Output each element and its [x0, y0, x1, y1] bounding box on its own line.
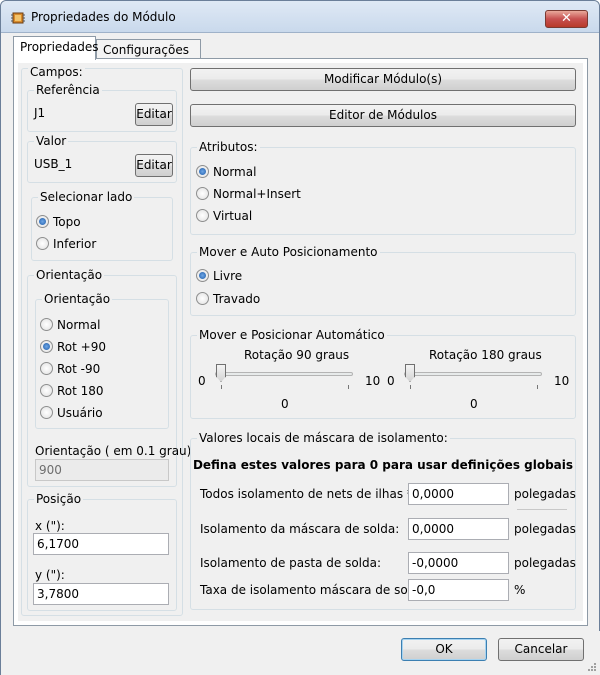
isolamento-mascara-input[interactable]: 0,0000	[408, 518, 509, 540]
rot90-max-label: 10	[365, 374, 381, 388]
isolamento-pasta-input[interactable]: -0,0000	[408, 552, 509, 574]
rot90-min-label: 0	[198, 374, 206, 388]
orientacao-rot-plus90-radio[interactable]: Rot +90	[40, 340, 106, 356]
lado-topo-radio[interactable]: Topo	[36, 215, 81, 231]
editar-valor-button[interactable]: Editar	[135, 154, 173, 177]
mascara-note: Defina estes valores para 0 para usar de…	[192, 458, 574, 472]
unit-separator	[517, 509, 567, 510]
taxa-isolamento-unit: %	[514, 583, 526, 597]
ok-button[interactable]: OK	[401, 638, 487, 661]
atributos-normal-insert-radio[interactable]: Normal+Insert	[196, 187, 301, 203]
radio-icon	[40, 318, 53, 331]
mover-auto-label: Mover e Auto Posicionamento	[197, 245, 380, 259]
mascara-label: Valores locais de máscara de isolamento:	[197, 431, 450, 445]
x-label: x ("):	[35, 519, 65, 533]
close-button[interactable]: ✕	[545, 10, 588, 28]
y-label: y ("):	[35, 568, 65, 582]
radio-label: Inferior	[53, 237, 97, 251]
radio-label: Rot 180	[57, 384, 104, 398]
isolamento-mascara-unit: polegadas	[514, 522, 576, 536]
rot180-slider-track[interactable]	[404, 372, 542, 376]
radio-label: Topo	[53, 215, 81, 229]
editar-referencia-button[interactable]: Editar	[135, 103, 173, 126]
rot180-min-label: 0	[387, 374, 395, 388]
radio-label: Livre	[213, 269, 243, 283]
isolamento-nets-unit: polegadas	[514, 487, 576, 501]
orientacao-custom-input[interactable]: 900	[35, 459, 169, 481]
selecionar-lado-label: Selecionar lado	[38, 190, 135, 204]
isolamento-nets-input[interactable]: 0,0000	[408, 483, 509, 505]
orientacao-outer-label: Orientação	[34, 268, 105, 282]
radio-icon	[40, 406, 53, 419]
radio-label: Travado	[213, 292, 261, 306]
radio-label: Normal+Insert	[213, 187, 301, 201]
rot180-tick-end	[537, 385, 538, 389]
rot180-value: 0	[470, 397, 478, 411]
cancelar-button[interactable]: Cancelar	[498, 638, 584, 661]
taxa-isolamento-label: Taxa de isolamento máscara de solda:	[200, 583, 431, 597]
radio-checked-icon	[196, 269, 209, 282]
radio-checked-icon	[196, 165, 209, 178]
radio-icon	[196, 187, 209, 200]
radio-icon	[196, 209, 209, 222]
dialog-window: Propriedades do Módulo ✕ Propriedades Co…	[0, 0, 600, 675]
y-position-input[interactable]: 3,7800	[33, 583, 169, 605]
x-position-input[interactable]: 6,1700	[33, 533, 169, 555]
rot90-value: 0	[281, 397, 289, 411]
radio-icon	[40, 362, 53, 375]
valor-label: Valor	[34, 134, 69, 148]
orientacao-rot-minus90-radio[interactable]: Rot -90	[40, 362, 100, 378]
tab-propriedades[interactable]: Propriedades	[13, 36, 99, 60]
rot90-tick-start	[221, 385, 222, 389]
radio-checked-icon	[40, 340, 53, 353]
rot180-tick-start	[410, 385, 411, 389]
radio-label: Rot +90	[57, 340, 106, 354]
atributos-virtual-radio[interactable]: Virtual	[196, 209, 252, 225]
resize-grip-icon[interactable]	[587, 662, 597, 672]
orientacao-usuario-radio[interactable]: Usuário	[40, 406, 103, 422]
mover-posicionar-label: Mover e Posicionar Automático	[197, 328, 387, 342]
rot90-label: Rotação 90 graus	[244, 348, 350, 362]
modificar-modulo-button[interactable]: Modificar Módulo(s)	[190, 68, 576, 91]
radio-icon	[196, 292, 209, 305]
window-title: Propriedades do Módulo	[31, 10, 176, 24]
valor-value: USB_1	[31, 154, 131, 176]
campos-label: Campos:	[28, 65, 85, 79]
radio-icon	[36, 237, 49, 250]
isolamento-pasta-unit: polegadas	[514, 556, 576, 570]
orientacao-rot180-radio[interactable]: Rot 180	[40, 384, 104, 400]
referencia-label: Referência	[34, 83, 102, 97]
close-icon: ✕	[561, 11, 572, 26]
referencia-value: J1	[31, 103, 131, 125]
radio-label: Normal	[213, 165, 257, 179]
lado-inferior-radio[interactable]: Inferior	[36, 237, 96, 253]
title-bar[interactable]: Propriedades do Módulo ✕	[1, 1, 599, 33]
mover-travado-radio[interactable]: Travado	[196, 292, 260, 308]
radio-label: Virtual	[213, 209, 253, 223]
radio-checked-icon	[36, 215, 49, 228]
rot90-slider-track[interactable]	[215, 372, 353, 376]
radio-label: Rot -90	[57, 362, 101, 376]
atributos-normal-radio[interactable]: Normal	[196, 165, 256, 181]
rot90-tick-end	[348, 385, 349, 389]
orientacao-custom-label: Orientação ( em 0.1 grau)	[35, 444, 192, 458]
rot180-max-label: 10	[554, 374, 570, 388]
atributos-label: Atributos:	[197, 140, 260, 154]
radio-icon	[40, 384, 53, 397]
isolamento-nets-label: Todos isolamento de nets de ilhas *	[200, 487, 413, 501]
mover-livre-radio[interactable]: Livre	[196, 269, 242, 285]
rot180-label: Rotação 180 graus	[429, 348, 542, 362]
module-app-icon	[11, 12, 25, 24]
radio-label: Normal	[57, 318, 101, 332]
isolamento-pasta-label: Isolamento de pasta de solda:	[200, 556, 382, 570]
radio-label: Usuário	[57, 406, 103, 420]
editor-modulos-button[interactable]: Editor de Módulos	[190, 104, 576, 127]
orientacao-normal-radio[interactable]: Normal	[40, 318, 100, 334]
isolamento-mascara-label: Isolamento da máscara de solda:	[200, 522, 400, 536]
taxa-isolamento-input[interactable]: -0,0	[408, 579, 509, 601]
tab-label: Propriedades	[20, 40, 99, 54]
posicao-label: Posição	[34, 492, 84, 506]
orientacao-inner-label: Orientação	[42, 292, 113, 306]
